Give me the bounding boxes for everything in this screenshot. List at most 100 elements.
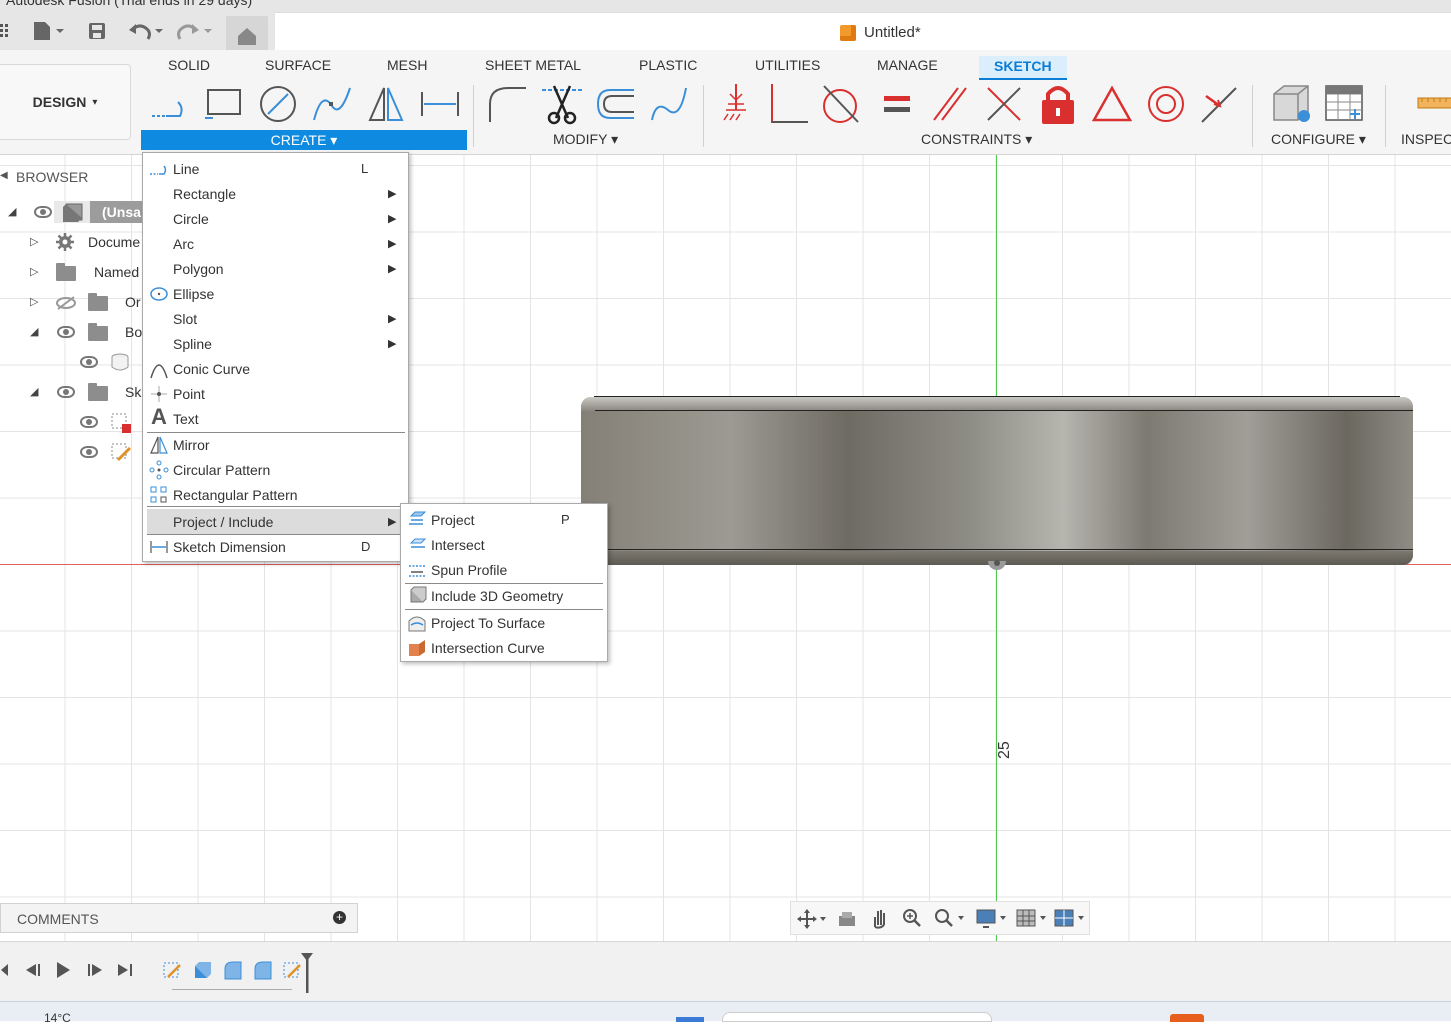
menu-item-point[interactable]: Point [143,381,408,406]
fillet-tool-icon[interactable] [486,82,530,126]
expand-icon[interactable]: ▷ [30,235,38,248]
browser-row-sketch-1[interactable] [0,407,142,437]
browser-row-body[interactable] [0,347,142,377]
home-button[interactable] [226,16,268,50]
dimension-tool-icon[interactable] [418,82,462,126]
rectangle-tool-icon[interactable] [202,82,246,126]
grid-settings-icon[interactable] [1015,907,1049,929]
inspect-group-label[interactable]: INSPEC [1401,131,1451,147]
menu-item-conic-curve[interactable]: Conic Curve [143,356,408,381]
parallel-constraint-icon[interactable] [928,82,972,126]
sketch-line[interactable] [594,396,1400,397]
collapse-icon[interactable]: ◢ [8,205,16,218]
timeline-marker[interactable] [300,952,314,994]
visibility-eye-icon[interactable] [34,206,52,218]
browser-row-named-views[interactable]: ▷ Named [0,257,142,287]
menu-item-mirror[interactable]: Mirror [143,432,408,457]
timeline-extrude-icon[interactable] [192,960,214,982]
create-group-label[interactable]: CREATE ▾ [141,130,467,150]
configure-table-icon[interactable] [1322,82,1366,126]
tab-mesh[interactable]: MESH [387,56,427,80]
go-to-end-icon[interactable] [116,962,136,978]
menu-item-spun-profile[interactable]: Spun Profile [401,557,607,582]
orbit-icon[interactable] [797,908,827,930]
tab-sheet-metal[interactable]: SHEET METAL [485,56,581,80]
tab-plastic[interactable]: PLASTIC [639,56,697,80]
redo-icon[interactable] [176,21,216,41]
zoom-window-icon[interactable] [933,907,967,929]
browser-header[interactable]: ◀ BROWSER [0,163,142,191]
trim-tool-icon[interactable] [540,82,584,126]
visibility-eye-icon[interactable] [57,326,75,338]
menu-item-include-3d-geometry[interactable]: Include 3D Geometry [401,583,607,608]
configure-parameters-icon[interactable] [1268,82,1312,126]
menu-item-project-to-surface[interactable]: Project To Surface [401,610,607,635]
tab-utilities[interactable]: UTILITIES [755,56,820,80]
menu-item-polygon[interactable]: Polygon ▶ [143,256,408,281]
menu-item-intersection-curve[interactable]: Intersection Curve [401,635,607,660]
menu-item-text[interactable]: A Text [143,406,408,431]
midpoint-constraint-icon[interactable] [1198,82,1242,126]
tangent-constraint-icon[interactable] [820,82,864,126]
menu-item-sketch-dimension[interactable]: Sketch Dimension D [143,534,408,559]
lock-constraint-icon[interactable] [1036,82,1080,126]
dimension-label[interactable]: 25 [996,733,1022,759]
menu-item-line[interactable]: Line L [143,156,408,181]
menu-item-slot[interactable]: Slot ▶ [143,306,408,331]
menu-item-circular-pattern[interactable]: Circular Pattern [143,457,408,482]
collapse-icon[interactable]: ◢ [30,325,38,338]
grid-menu-icon[interactable] [0,21,10,41]
menu-item-project[interactable]: Project P [401,507,607,532]
display-settings-icon[interactable] [975,907,1009,929]
timeline-fillet-icon[interactable] [252,960,274,982]
tab-surface[interactable]: SURFACE [265,56,331,80]
menu-item-intersect[interactable]: Intersect [401,532,607,557]
collapse-icon[interactable]: ◢ [30,385,38,398]
expand-icon[interactable]: ▷ [30,295,38,308]
measure-icon[interactable] [1412,82,1451,126]
tab-solid[interactable]: SOLID [168,56,210,80]
browser-row-sketches[interactable]: ◢ Sk [0,377,142,407]
go-to-start-icon[interactable] [0,962,10,978]
document-tab[interactable]: Untitled* [840,24,921,41]
tab-sketch[interactable]: SKETCH [979,56,1067,80]
menu-item-spline[interactable]: Spline ▶ [143,331,408,356]
fix-constraint-icon[interactable] [716,82,760,126]
add-comment-icon[interactable]: + [333,911,346,924]
browser-row-origin[interactable]: ▷ Or [0,287,142,317]
hidden-eye-icon[interactable] [55,296,77,310]
perpendicular-constraint-icon[interactable] [768,82,812,126]
workspace-switcher[interactable]: DESIGN ▾ [0,64,131,140]
equal-constraint-icon[interactable] [876,82,920,126]
constraints-group-label[interactable]: CONSTRAINTS ▾ [921,131,1032,148]
triangle-constraint-icon[interactable] [1090,82,1134,126]
zoom-icon[interactable] [901,907,923,929]
expand-icon[interactable]: ▷ [30,265,38,278]
step-forward-icon[interactable] [86,962,106,978]
visibility-eye-icon[interactable] [80,416,98,428]
timeline-sketch-icon[interactable] [162,960,184,982]
comments-panel[interactable]: COMMENTS + [0,903,358,933]
timeline-fillet-icon[interactable] [222,960,244,982]
offset-tool-icon[interactable] [594,82,638,126]
step-back-icon[interactable] [22,962,42,978]
line-tool-icon[interactable] [148,82,192,126]
browser-row-sketch-2[interactable] [0,437,142,467]
start-icon[interactable] [676,1017,704,1022]
concentric-constraint-icon[interactable] [1144,82,1188,126]
menu-item-circle[interactable]: Circle ▶ [143,206,408,231]
coincident-constraint-icon[interactable] [982,82,1026,126]
save-icon[interactable] [88,21,106,41]
menu-item-arc[interactable]: Arc ▶ [143,231,408,256]
modify-group-label[interactable]: MODIFY ▾ [553,131,618,148]
look-at-icon[interactable] [837,908,859,930]
browser-row-document-settings[interactable]: ▷ Docume [0,227,142,257]
file-menu-icon[interactable] [32,21,66,41]
configure-group-label[interactable]: CONFIGURE ▾ [1271,131,1366,148]
circle-tool-icon[interactable] [256,82,300,126]
visibility-eye-icon[interactable] [80,446,98,458]
mirror-tool-icon[interactable] [364,82,408,126]
tab-manage[interactable]: MANAGE [877,56,938,80]
spline-tool-icon[interactable] [310,82,354,126]
visibility-eye-icon[interactable] [57,386,75,398]
